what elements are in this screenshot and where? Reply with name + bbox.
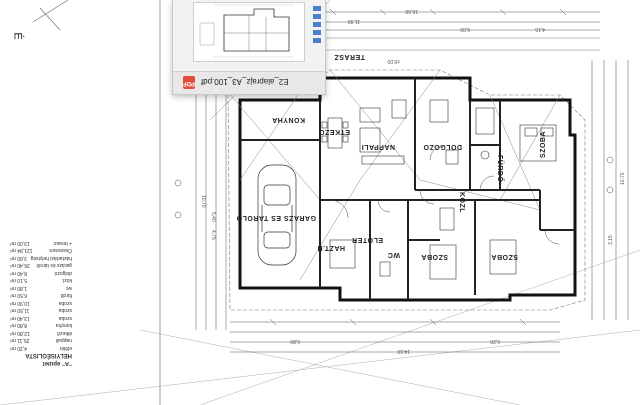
legend-subtitle: HELYISÉGLISTA <box>25 352 72 359</box>
legend-row: garázs és tároló 26,40 m² <box>10 262 72 269</box>
popup-filename-bar[interactable]: PDF E2_alaprajz_A3_100.pdf <box>173 71 325 94</box>
legend-row: wc 1,80 m² <box>10 285 72 291</box>
legend-row: konyha 8,80 m² <box>10 322 72 329</box>
room-label-szoba-2: SZOBA <box>421 253 448 260</box>
file-preview-popup[interactable]: PDF E2_alaprajz_A3_100.pdf <box>172 0 326 95</box>
room-label-furdo: FÜRDŐ <box>496 155 505 182</box>
legend-row: háztartási helyiség 3,60 m² <box>10 255 72 261</box>
room-label-szoba-1: SZOBA <box>540 131 547 158</box>
room-label-szoba-3: SZOBA <box>491 253 518 260</box>
dim-bottom-1: 6,80 <box>290 338 300 344</box>
room-label-etkezo: ETKEZO <box>319 128 350 135</box>
popup-filename: E2_alaprajz_A3_100.pdf <box>201 77 289 86</box>
room-label-wc: WC <box>387 251 400 258</box>
legend-row: dolgozó 8,40 m² <box>10 270 72 276</box>
room-schedule-legend: "A" épület HELYISÉGLISTA előtér 4,20 m² n… <box>10 236 72 366</box>
legend-row: szoba 11,50 m² <box>10 307 72 314</box>
dim-top-4: 4,15 <box>535 26 545 32</box>
legend-total-row: Összesen: 121,84 m² <box>10 247 72 254</box>
dim-right-1: 10,70 <box>620 172 626 185</box>
room-label-dolgozo: DOLGOZO <box>423 143 462 150</box>
legend-title: "A" épület <box>42 360 72 366</box>
room-label-hazt: HAZT.H <box>317 244 345 251</box>
legend-terasz-row: + terasz: 13,00 m² <box>10 240 72 246</box>
dim-top-3: 6,00 <box>460 26 470 32</box>
legend-row: fürdő 6,50 m² <box>10 292 72 299</box>
dim-top-2: 16,60 <box>405 8 418 14</box>
dim-left-3: 4,75 <box>210 230 216 240</box>
legend-row: szoba 13,40 m² <box>10 315 72 321</box>
pdf-thumbnail[interactable] <box>193 2 305 62</box>
dim-left-1: 10,70 <box>200 195 206 208</box>
room-label-terasz: TERASZ <box>334 53 365 60</box>
dim-left-2: 5,40 <box>210 212 216 222</box>
legend-row: étkező 12,80 m² <box>10 330 72 336</box>
room-label-konyha: KONYHA <box>272 116 305 123</box>
legend-row: nappali 25,11 m² <box>10 337 72 344</box>
dim-top-1: 11,90 <box>348 18 360 24</box>
dim-elevation: ±0,00 <box>387 58 400 64</box>
legend-row: szoba 10,90 m² <box>10 300 72 306</box>
north-arrow-label: É <box>11 32 24 40</box>
room-label-garazs: GARAZS ES TAROLO <box>236 214 316 221</box>
room-label-eloter: ELOTER <box>352 236 383 243</box>
dim-right-2: 3,15 <box>608 235 614 245</box>
legend-row: előtér 4,20 m² <box>10 345 72 351</box>
room-label-kozl: KÖZL <box>458 192 467 213</box>
dim-bottom-3: 6,20 <box>490 338 500 344</box>
thumbnail-side-strip <box>313 6 323 58</box>
legend-row: közl. 5,10 m² <box>10 277 72 284</box>
room-label-nappali: NAPPALI <box>361 143 395 150</box>
pdf-viewer-canvas: TERASZ KONYHA ETKEZO NAPPALI DOLGOZO FÜR… <box>0 0 640 405</box>
dim-bottom-2: 14,60 <box>397 348 410 354</box>
pdf-file-icon: PDF <box>183 76 195 89</box>
